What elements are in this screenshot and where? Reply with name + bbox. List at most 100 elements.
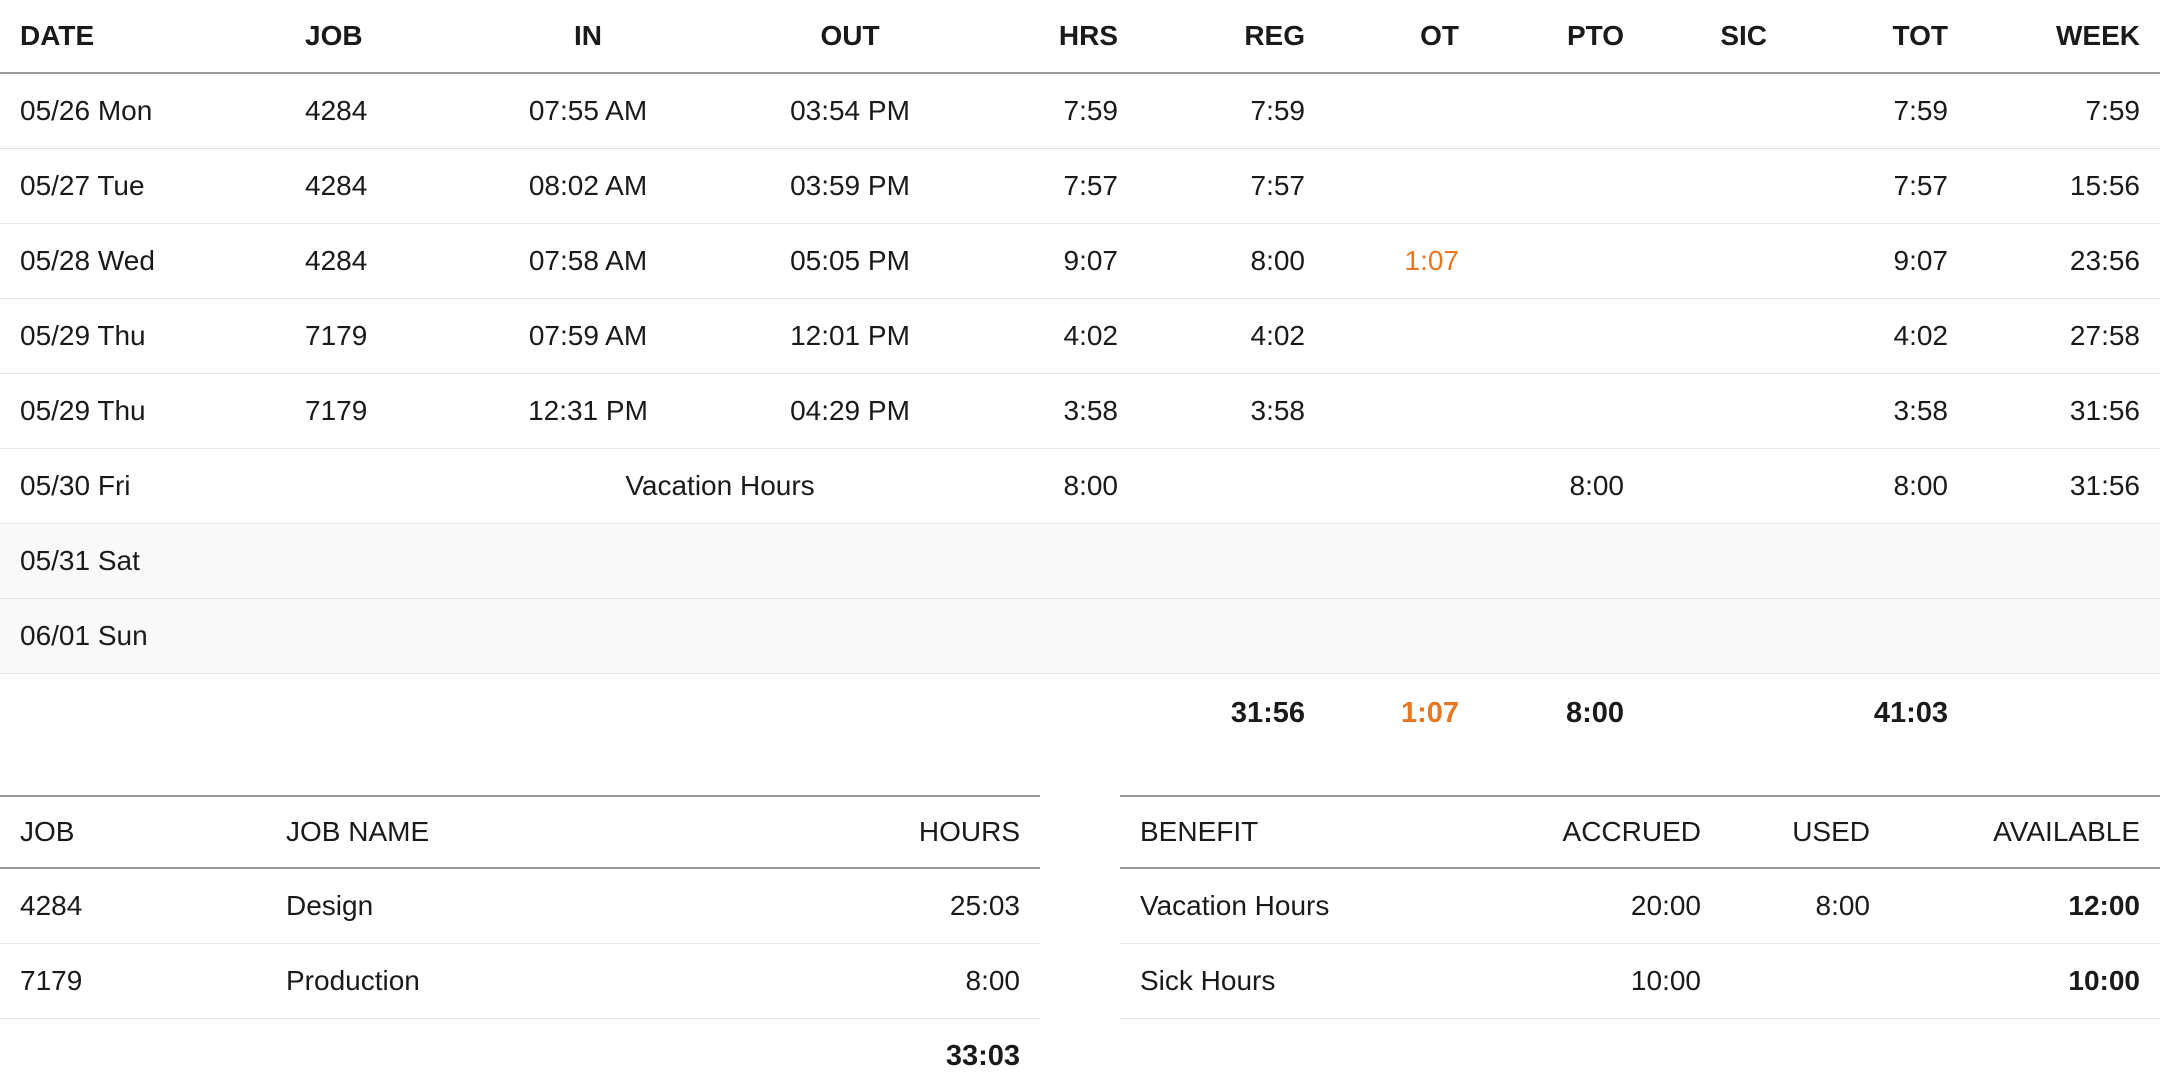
jobs-row[interactable]: 7179 Production 8:00 — [0, 944, 1040, 1019]
col-header-benefit[interactable]: BENEFIT — [1140, 797, 1258, 867]
row-clock-in: 08:02 AM — [528, 170, 648, 201]
timesheet-row[interactable]: 06/01 Sun — [0, 599, 2160, 674]
row-date: 05/31 Sat — [20, 545, 140, 576]
benefit-available: 10:00 — [2068, 965, 2140, 996]
row-clock-out: 03:59 PM — [790, 170, 910, 201]
col-header-hrs[interactable]: HRS — [1059, 0, 1118, 72]
row-clock-in: 07:59 AM — [528, 320, 648, 351]
row-week: 31:56 — [2069, 470, 2140, 501]
benefits-row[interactable]: Sick Hours 10:00 10:00 — [1120, 944, 2160, 1019]
col-header-accrued[interactable]: ACCRUED — [1563, 797, 1701, 867]
col-header-tot[interactable]: TOT — [1893, 0, 1948, 72]
col-header-sic[interactable]: SIC — [1720, 0, 1767, 72]
benefit-accrued: 10:00 — [1630, 965, 1701, 996]
row-clock-in: 07:58 AM — [528, 245, 648, 276]
col-header-job[interactable]: JOB — [305, 0, 363, 72]
row-date: 05/27 Tue — [20, 170, 145, 201]
timesheet-totals-row: 31:56 1:07 8:00 41:03 — [0, 674, 2160, 752]
col-header-reg[interactable]: REG — [1244, 0, 1305, 72]
total-pto: 8:00 — [1565, 696, 1624, 729]
jobs-total-hours: 33:03 — [945, 1040, 1020, 1072]
row-hrs: 7:59 — [1063, 95, 1119, 126]
timesheet-row[interactable]: 05/26 Mon 4284 07:55 AM 03:54 PM 7:59 7:… — [0, 74, 2160, 149]
job-hours: 8:00 — [965, 965, 1021, 996]
total-tot: 41:03 — [1873, 696, 1948, 729]
row-date: 05/26 Mon — [20, 95, 153, 126]
row-job: 7179 — [305, 395, 368, 426]
row-hrs: 7:57 — [1063, 170, 1119, 201]
benefit-name: Vacation Hours — [1140, 890, 1330, 921]
timesheet-row[interactable]: 05/31 Sat — [0, 524, 2160, 599]
row-tot: 7:59 — [1893, 95, 1949, 126]
row-job: 4284 — [305, 170, 368, 201]
row-vacation-label: Vacation Hours — [625, 470, 815, 501]
jobs-summary-table: JOB JOB NAME HOURS 4284 Design 25:03 717… — [0, 795, 1040, 1090]
row-tot: 7:57 — [1893, 170, 1949, 201]
row-job: 7179 — [305, 320, 368, 351]
row-week: 7:59 — [2085, 95, 2141, 126]
row-pto: 8:00 — [1569, 470, 1625, 501]
row-tot: 8:00 — [1893, 470, 1949, 501]
timesheet-row[interactable]: 05/29 Thu 7179 07:59 AM 12:01 PM 4:02 4:… — [0, 299, 2160, 374]
col-header-in[interactable]: IN — [468, 0, 708, 72]
row-reg: 7:57 — [1250, 170, 1306, 201]
timesheet-row[interactable]: 05/27 Tue 4284 08:02 AM 03:59 PM 7:57 7:… — [0, 149, 2160, 224]
job-name: Production — [286, 965, 420, 996]
job-hours: 25:03 — [949, 890, 1020, 921]
timesheet-row[interactable]: 05/28 Wed 4284 07:58 AM 05:05 PM 9:07 8:… — [0, 224, 2160, 299]
col-header-job[interactable]: JOB — [20, 797, 74, 867]
row-clock-out: 04:29 PM — [790, 395, 910, 426]
benefits-header-row: BENEFIT ACCRUED USED AVAILABLE — [1120, 795, 2160, 869]
job-name: Design — [286, 890, 374, 921]
benefit-accrued: 20:00 — [1630, 890, 1701, 921]
benefit-name: Sick Hours — [1140, 965, 1276, 996]
col-header-ot[interactable]: OT — [1420, 0, 1459, 72]
benefits-row[interactable]: Vacation Hours 20:00 8:00 12:00 — [1120, 869, 2160, 944]
job-number: 7179 — [20, 965, 83, 996]
col-header-used[interactable]: USED — [1792, 797, 1870, 867]
timesheet-row[interactable]: 05/29 Thu 7179 12:31 PM 04:29 PM 3:58 3:… — [0, 374, 2160, 449]
col-header-pto[interactable]: PTO — [1567, 0, 1624, 72]
row-hrs: 8:00 — [1063, 470, 1119, 501]
jobs-header-row: JOB JOB NAME HOURS — [0, 795, 1040, 869]
timesheet-view: DATE JOB IN OUT HRS REG OT PTO SIC TOT W… — [0, 0, 2160, 1090]
total-reg: 31:56 — [1230, 696, 1305, 729]
timesheet-table: DATE JOB IN OUT HRS REG OT PTO SIC TOT W… — [0, 0, 2160, 752]
row-date: 05/29 Thu — [20, 320, 146, 351]
timesheet-header-row: DATE JOB IN OUT HRS REG OT PTO SIC TOT W… — [0, 0, 2160, 74]
row-reg: 7:59 — [1250, 95, 1306, 126]
row-week: 31:56 — [2069, 395, 2140, 426]
timesheet-row[interactable]: 05/30 Fri Vacation Hours 8:00 8:00 8:00 … — [0, 449, 2160, 524]
row-date: 05/28 Wed — [20, 245, 155, 276]
row-week: 27:58 — [2069, 320, 2140, 351]
col-header-week[interactable]: WEEK — [2056, 0, 2140, 72]
row-reg: 8:00 — [1250, 245, 1306, 276]
jobs-row[interactable]: 4284 Design 25:03 — [0, 869, 1040, 944]
row-clock-in: 12:31 PM — [528, 395, 648, 426]
benefit-used: 8:00 — [1815, 890, 1871, 921]
row-hrs: 4:02 — [1063, 320, 1119, 351]
row-week: 23:56 — [2069, 245, 2140, 276]
row-date: 05/29 Thu — [20, 395, 146, 426]
row-date: 06/01 Sun — [20, 620, 148, 651]
row-job: 4284 — [305, 245, 368, 276]
row-job: 4284 — [305, 95, 368, 126]
row-clock-out: 12:01 PM — [790, 320, 910, 351]
job-number: 4284 — [20, 890, 83, 921]
col-header-job-name[interactable]: JOB NAME — [286, 797, 429, 867]
col-header-available[interactable]: AVAILABLE — [1993, 797, 2140, 867]
row-reg: 3:58 — [1250, 395, 1306, 426]
col-header-hours[interactable]: HOURS — [919, 797, 1020, 867]
row-ot: 1:07 — [1404, 245, 1460, 276]
total-ot: 1:07 — [1400, 696, 1459, 729]
row-tot: 4:02 — [1893, 320, 1949, 351]
row-date: 05/30 Fri — [20, 470, 131, 501]
col-header-date[interactable]: DATE — [20, 0, 94, 72]
col-header-out[interactable]: OUT — [730, 0, 970, 72]
row-clock-out: 03:54 PM — [790, 95, 910, 126]
row-hrs: 9:07 — [1063, 245, 1119, 276]
row-tot: 9:07 — [1893, 245, 1949, 276]
row-reg: 4:02 — [1250, 320, 1306, 351]
benefit-available: 12:00 — [2068, 890, 2140, 921]
jobs-total-row: 33:03 — [0, 1019, 1040, 1090]
